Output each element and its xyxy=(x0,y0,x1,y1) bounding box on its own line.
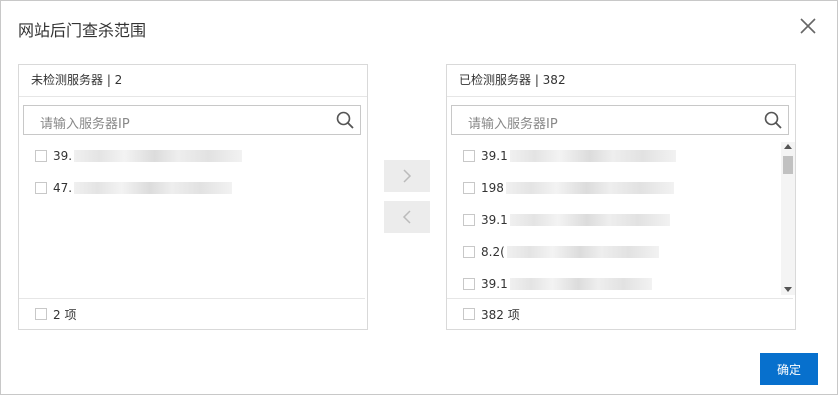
select-all-checkbox[interactable] xyxy=(463,308,475,320)
select-all-checkbox[interactable] xyxy=(35,308,47,320)
scrollbar-thumb[interactable] xyxy=(783,156,793,174)
server-ip: 39.1 xyxy=(481,277,508,291)
server-ip: 8.2( xyxy=(481,245,505,259)
redacted-ip xyxy=(74,150,243,162)
chevron-left-icon xyxy=(402,210,411,224)
scroll-up-icon[interactable] xyxy=(784,144,792,149)
search-icon[interactable] xyxy=(336,111,354,129)
checkbox[interactable] xyxy=(35,182,47,194)
move-right-button[interactable] xyxy=(384,160,430,192)
unchecked-servers-panel: 未检测服务器 | 2 请输入服务器IP 39. 47. 2 项 xyxy=(18,64,368,330)
panel-footer: 382 项 xyxy=(447,298,793,329)
panel-footer: 2 项 xyxy=(19,298,365,329)
redacted-ip xyxy=(509,214,670,226)
redacted-ip xyxy=(505,182,674,194)
panel-header: 已检测服务器 | 382 xyxy=(447,65,795,97)
redacted-ip xyxy=(506,246,659,258)
list-item[interactable]: 39.1 xyxy=(463,146,676,166)
search-placeholder: 请输入服务器IP xyxy=(468,117,558,132)
checked-servers-panel: 已检测服务器 | 382 请输入服务器IP 39.1 198 39.1 8.2(… xyxy=(446,64,796,330)
dialog: 网站后门查杀范围 未检测服务器 | 2 请输入服务器IP 39. 47. 2 项… xyxy=(0,0,838,395)
checkbox[interactable] xyxy=(463,278,475,290)
chevron-right-icon xyxy=(403,169,412,183)
list-item[interactable]: 8.2( xyxy=(463,242,659,262)
list-item[interactable]: 47. xyxy=(35,178,233,198)
redacted-ip xyxy=(509,278,652,290)
redacted-ip xyxy=(74,182,233,194)
checkbox[interactable] xyxy=(463,150,475,162)
item-count: 2 项 xyxy=(53,307,77,322)
list-item[interactable]: 39.1 xyxy=(463,210,670,230)
search-input[interactable]: 请输入服务器IP xyxy=(23,105,361,135)
item-count: 382 项 xyxy=(481,307,520,322)
scrollbar[interactable] xyxy=(781,142,795,295)
dialog-title: 网站后门查杀范围 xyxy=(18,21,147,40)
close-icon[interactable] xyxy=(797,15,819,37)
search-placeholder: 请输入服务器IP xyxy=(40,117,130,132)
server-list: 39.1 198 39.1 8.2( 39.1 xyxy=(447,142,793,295)
list-item[interactable]: 39.1 xyxy=(463,274,652,294)
confirm-button[interactable]: 确定 xyxy=(760,353,818,385)
search-input[interactable]: 请输入服务器IP xyxy=(451,105,789,135)
list-item[interactable]: 198 xyxy=(463,178,674,198)
server-ip: 39.1 xyxy=(481,149,508,163)
server-list: 39. 47. xyxy=(19,142,365,295)
server-ip: 39.1 xyxy=(481,213,508,227)
checkbox[interactable] xyxy=(463,246,475,258)
checkbox[interactable] xyxy=(35,150,47,162)
server-ip: 198 xyxy=(481,181,504,195)
checkbox[interactable] xyxy=(463,214,475,226)
move-left-button[interactable] xyxy=(384,201,430,233)
redacted-ip xyxy=(509,150,676,162)
panel-header: 未检测服务器 | 2 xyxy=(19,65,367,97)
scroll-down-icon[interactable] xyxy=(784,287,792,292)
server-ip: 39. xyxy=(53,149,73,163)
list-item[interactable]: 39. xyxy=(35,146,243,166)
search-icon[interactable] xyxy=(764,111,782,129)
checkbox[interactable] xyxy=(463,182,475,194)
server-ip: 47. xyxy=(53,181,73,195)
